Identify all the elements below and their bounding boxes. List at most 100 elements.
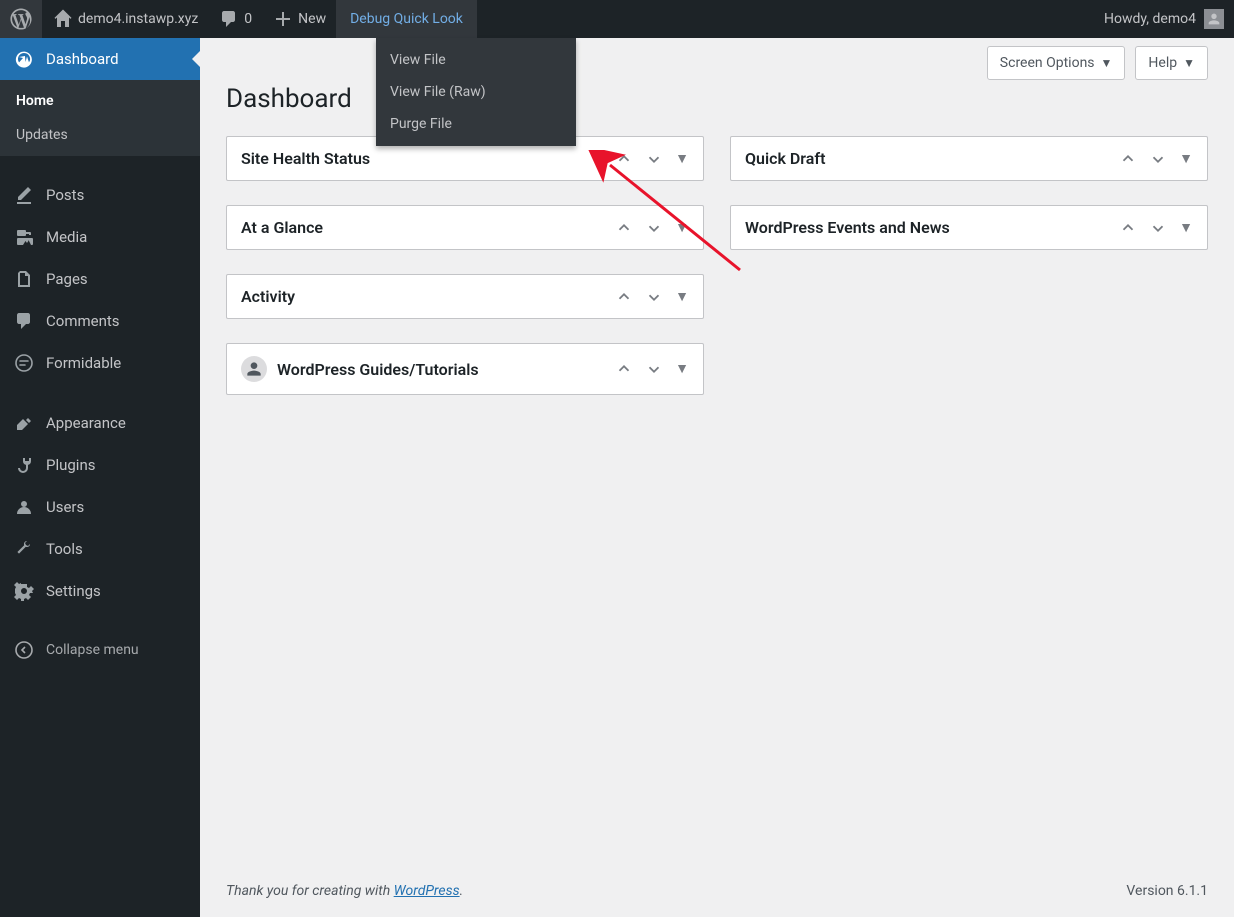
widget-title: At a Glance [241,218,615,237]
debug-label: Debug Quick Look [350,11,463,27]
widget-handle-actions: ▼ [615,288,689,306]
wp-logo-menu[interactable] [0,0,42,38]
howdy-label: Howdy, demo4 [1104,11,1196,27]
page-title: Dashboard [226,84,1208,114]
header-actions: Screen Options ▼ Help ▼ [226,38,1208,80]
sidebar-item-comments[interactable]: Comments [0,300,200,342]
sidebar-item-appearance[interactable]: Appearance [0,402,200,444]
debug-quick-look-menu[interactable]: Debug Quick Look [336,0,477,38]
sidebar-label: Posts [46,186,84,204]
pages-icon [12,269,36,289]
move-up-icon[interactable] [615,288,633,306]
widget-tutorials: WordPress Guides/Tutorials ▼ [226,343,704,395]
users-icon [12,497,36,517]
debug-submenu: View File View File (Raw) Purge File [376,38,576,146]
toggle-icon[interactable]: ▼ [675,288,689,306]
move-up-icon[interactable] [1119,150,1137,168]
footer-thanks: Thank you for creating with WordPress. [226,883,463,899]
sidebar-label: Users [46,498,84,516]
site-name-menu[interactable]: demo4.instawp.xyz [42,0,208,38]
sidebar-item-formidable[interactable]: Formidable [0,342,200,384]
comment-icon [218,8,240,30]
sidebar-label: Dashboard [46,50,119,68]
caret-down-icon: ▼ [1183,56,1195,70]
my-account-menu[interactable]: Howdy, demo4 [1094,0,1234,38]
footer-wp-link[interactable]: WordPress [394,883,460,899]
plugins-icon [12,455,36,475]
admin-toolbar: demo4.instawp.xyz 0 New Debug Quick Look… [0,0,1234,38]
new-label: New [298,11,326,27]
move-up-icon[interactable] [1119,219,1137,237]
sidebar-item-tools[interactable]: Tools [0,528,200,570]
move-down-icon[interactable] [645,288,663,306]
sidebar-label: Tools [46,540,83,558]
widget-handle-actions: ▼ [615,219,689,237]
screen-options-label: Screen Options [1000,55,1095,71]
sidebar-item-pages[interactable]: Pages [0,258,200,300]
widget-quick-draft: Quick Draft ▼ [730,136,1208,181]
sidebar-item-media[interactable]: Media [0,216,200,258]
tutorial-avatar-icon [241,356,267,382]
sidebar-item-users[interactable]: Users [0,486,200,528]
toggle-icon[interactable]: ▼ [675,360,689,378]
collapse-icon [12,640,36,660]
submenu-updates[interactable]: Updates [0,118,200,152]
comment-count: 0 [244,11,252,27]
posts-icon [12,185,36,205]
toggle-icon[interactable]: ▼ [1179,150,1193,168]
move-down-icon[interactable] [1149,219,1167,237]
tools-icon [12,539,36,559]
toggle-icon[interactable]: ▼ [675,150,689,168]
widget-handle-actions: ▼ [1119,150,1193,168]
screen-options-button[interactable]: Screen Options ▼ [987,46,1126,80]
move-down-icon[interactable] [645,150,663,168]
caret-down-icon: ▼ [1101,56,1113,70]
comments-icon [12,311,36,331]
widgets-left-column: Site Health Status ▼ At a Glance [226,136,704,395]
settings-icon [12,581,36,601]
sidebar-label: Comments [46,312,120,330]
widget-title: Quick Draft [745,149,1119,168]
submenu-home[interactable]: Home [0,84,200,118]
widget-handle-actions: ▼ [615,150,689,168]
formidable-icon [12,353,36,373]
sidebar-item-settings[interactable]: Settings [0,570,200,612]
move-up-icon[interactable] [615,219,633,237]
toggle-icon[interactable]: ▼ [675,219,689,237]
submenu-purge-file[interactable]: Purge File [376,108,576,140]
sidebar-item-posts[interactable]: Posts [0,174,200,216]
widget-handle-actions: ▼ [1119,219,1193,237]
new-content-menu[interactable]: New [262,0,336,38]
move-up-icon[interactable] [615,360,633,378]
site-name-label: demo4.instawp.xyz [78,11,198,27]
submenu-view-file-raw[interactable]: View File (Raw) [376,76,576,108]
sidebar-item-plugins[interactable]: Plugins [0,444,200,486]
widget-title: WordPress Events and News [745,218,1119,237]
widget-activity: Activity ▼ [226,274,704,319]
dashboard-widgets: Site Health Status ▼ At a Glance [226,136,1208,395]
move-down-icon[interactable] [1149,150,1167,168]
dashboard-submenu: Home Updates [0,80,200,156]
widget-handle-actions: ▼ [615,360,689,378]
move-down-icon[interactable] [645,219,663,237]
wordpress-logo-icon [10,8,32,30]
sidebar-item-dashboard[interactable]: Dashboard [0,38,200,80]
collapse-label: Collapse menu [46,642,139,658]
toggle-icon[interactable]: ▼ [1179,219,1193,237]
widgets-right-column: Quick Draft ▼ WordPress Events and News [730,136,1208,395]
widget-title: Activity [241,287,615,306]
sidebar-label: Plugins [46,456,95,474]
submenu-view-file[interactable]: View File [376,44,576,76]
sidebar-label: Appearance [46,414,126,432]
plus-icon [272,8,294,30]
sidebar-label: Media [46,228,87,246]
home-icon [52,8,74,30]
move-down-icon[interactable] [645,360,663,378]
collapse-menu-button[interactable]: Collapse menu [0,630,200,670]
footer: Thank you for creating with WordPress. V… [226,865,1208,917]
comments-menu[interactable]: 0 [208,0,262,38]
dashboard-icon [12,49,36,69]
footer-version: Version 6.1.1 [1126,883,1208,899]
move-up-icon[interactable] [615,150,633,168]
help-button[interactable]: Help ▼ [1135,46,1208,80]
